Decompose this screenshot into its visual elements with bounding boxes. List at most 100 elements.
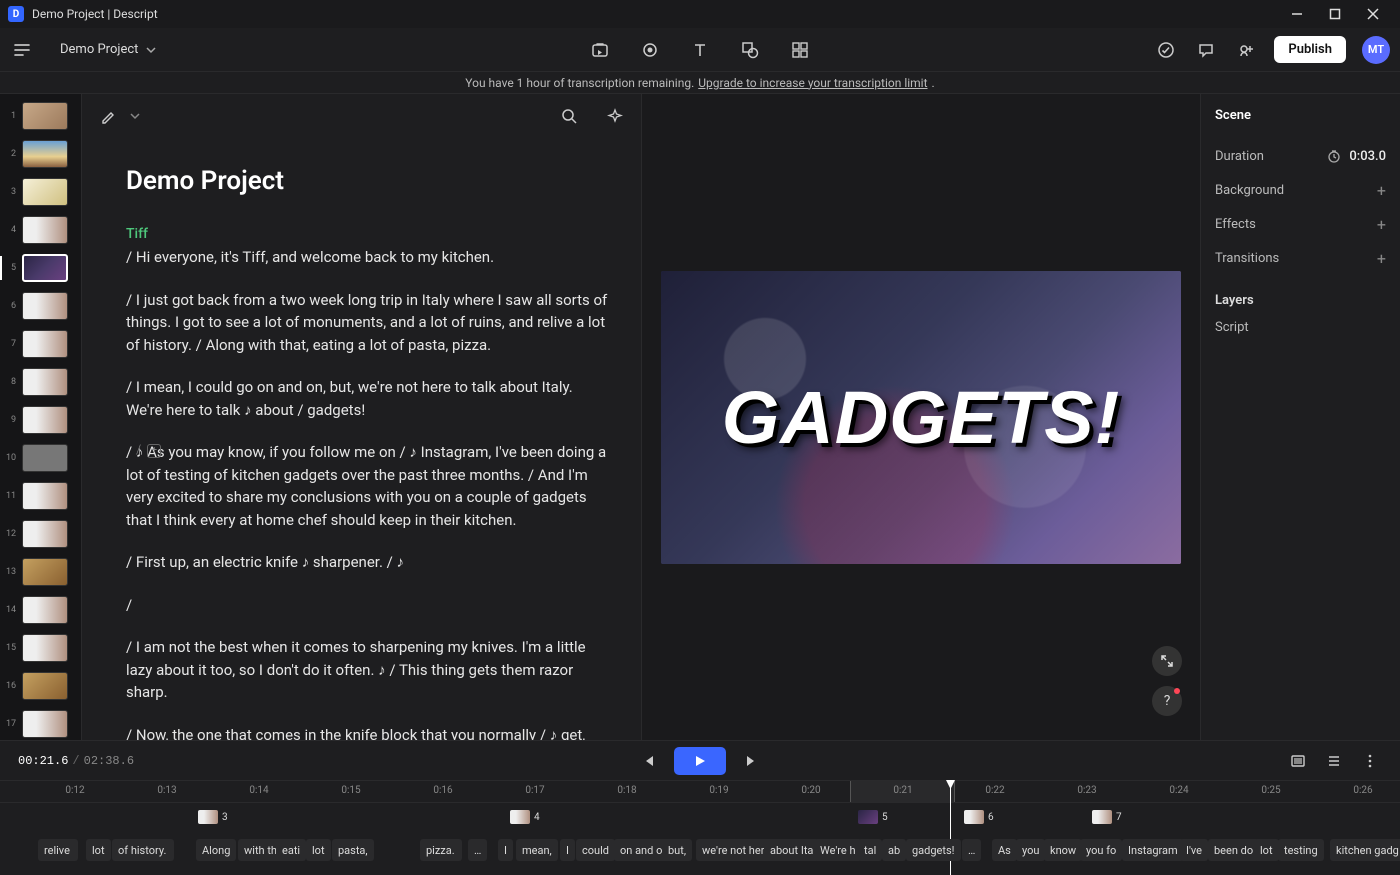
word-clip[interactable]: on and o <box>614 839 668 861</box>
media-tool-icon[interactable] <box>588 38 612 62</box>
word-clip[interactable]: know <box>1044 839 1082 861</box>
view-mode-b-icon[interactable] <box>1322 749 1346 773</box>
word-clip[interactable]: … <box>962 839 981 861</box>
word-clip[interactable]: mean, <box>516 839 558 861</box>
word-clip[interactable]: I <box>498 839 513 861</box>
clip-marker[interactable]: 7 <box>1092 807 1122 827</box>
word-clip[interactable]: We're h <box>814 839 862 861</box>
transcript-paragraph[interactable]: / ♪ As you may know, if you follow me on… <box>126 441 611 531</box>
scene-thumbnail[interactable]: 1 <box>0 100 81 132</box>
menu-toggle-icon[interactable] <box>10 38 34 62</box>
shapes-tool-icon[interactable] <box>738 38 762 62</box>
word-clip[interactable]: pizza. <box>420 839 462 861</box>
transcript-paragraph[interactable]: / <box>126 594 611 617</box>
word-clip[interactable]: could <box>576 839 615 861</box>
chevron-down-icon[interactable] <box>130 111 140 121</box>
scene-thumbnail[interactable]: 9 <box>0 404 81 436</box>
word-clip[interactable]: … <box>468 839 487 861</box>
timeline[interactable]: 0:120:130:140:150:160:170:180:190:200:21… <box>0 780 1400 875</box>
speaker-label[interactable]: Tiff <box>126 226 611 242</box>
scene-break-icon[interactable]: / <box>136 443 141 458</box>
publish-button[interactable]: Publish <box>1274 36 1346 63</box>
word-clip[interactable]: you <box>1016 839 1045 861</box>
transcript-paragraph[interactable]: / First up, an electric knife ♪ sharpene… <box>126 551 611 574</box>
word-clip[interactable]: Instagram <box>1122 839 1184 861</box>
more-options-icon[interactable] <box>1358 749 1382 773</box>
search-icon[interactable] <box>557 104 581 128</box>
word-clip[interactable]: ab <box>882 839 906 861</box>
scene-thumbnail[interactable]: 3 <box>0 176 81 208</box>
word-clip[interactable]: lot <box>1254 839 1279 861</box>
clip-marker[interactable]: 6 <box>964 807 994 827</box>
scene-thumbnail[interactable]: 12 <box>0 518 81 550</box>
templates-tool-icon[interactable] <box>788 38 812 62</box>
word-clip[interactable]: As <box>992 839 1017 861</box>
banner-upgrade-link[interactable]: Upgrade to increase your transcription l… <box>698 76 927 90</box>
word-clip[interactable]: been do <box>1208 839 1259 861</box>
minimize-button[interactable] <box>1278 0 1316 28</box>
word-clip[interactable]: gadgets! <box>906 839 961 861</box>
duration-row[interactable]: Duration 0:03.0 <box>1215 139 1386 173</box>
layers-section[interactable]: Layers <box>1215 293 1386 308</box>
word-clip[interactable]: eati <box>276 839 306 861</box>
word-clip[interactable]: about Ita <box>764 839 819 861</box>
word-clip[interactable]: pasta, <box>332 839 374 861</box>
word-clip[interactable]: Along <box>196 839 236 861</box>
scene-thumbnail[interactable]: 6 <box>0 290 81 322</box>
transitions-row[interactable]: Transitions+ <box>1215 241 1386 275</box>
clip-marker[interactable]: 5 <box>858 807 888 827</box>
scene-thumbnail[interactable]: 4 <box>0 214 81 246</box>
word-clip[interactable]: testing <box>1278 839 1324 861</box>
text-tool-icon[interactable] <box>688 38 712 62</box>
maximize-button[interactable] <box>1316 0 1354 28</box>
help-icon[interactable]: ? <box>1152 686 1182 716</box>
transcript-paragraph[interactable]: / Now, the one that comes in the knife b… <box>126 724 611 741</box>
clip-track[interactable]: 3 4 5 6 7 <box>0 805 1400 831</box>
scene-thumbnail[interactable]: 14 <box>0 594 81 626</box>
word-clip[interactable]: relive <box>38 839 78 861</box>
expand-icon[interactable] <box>1152 646 1182 676</box>
play-button[interactable] <box>674 747 726 775</box>
script-link[interactable]: Script <box>1215 320 1386 335</box>
ai-sparkle-icon[interactable] <box>603 104 627 128</box>
word-clip[interactable]: kitchen gadg <box>1330 839 1400 861</box>
preview-canvas[interactable]: GADGETS! ? <box>642 94 1200 740</box>
word-clip[interactable]: lot <box>306 839 331 861</box>
document-title[interactable]: Demo Project <box>126 166 611 196</box>
transcript-paragraph[interactable]: / I am not the best when it comes to sha… <box>126 636 611 704</box>
scene-thumbnail[interactable]: 17 <box>0 708 81 740</box>
project-selector[interactable]: Demo Project <box>52 38 164 61</box>
scene-thumbnail[interactable]: 11 <box>0 480 81 512</box>
edit-mode-icon[interactable] <box>96 104 120 128</box>
background-row[interactable]: Background+ <box>1215 173 1386 207</box>
word-track[interactable]: relivelotof history.Alongwith theatilotp… <box>0 833 1400 865</box>
scene-thumbnail[interactable]: 13 <box>0 556 81 588</box>
word-clip[interactable]: tal <box>858 839 882 861</box>
clip-marker[interactable]: 3 <box>198 807 228 827</box>
close-button[interactable] <box>1354 0 1392 28</box>
transcript-paragraph[interactable]: / Hi everyone, it's Tiff, and welcome ba… <box>126 246 611 269</box>
view-mode-a-icon[interactable] <box>1286 749 1310 773</box>
scene-rail[interactable]: 12345678910111213141516171819 <box>0 94 82 740</box>
scene-thumbnail[interactable]: 2 <box>0 138 81 170</box>
word-clip[interactable]: we're not her <box>696 839 770 861</box>
scene-thumbnail[interactable]: 7 <box>0 328 81 360</box>
scene-thumbnail[interactable]: 8 <box>0 366 81 398</box>
word-clip[interactable]: but, <box>662 839 692 861</box>
user-avatar[interactable]: MT <box>1362 36 1390 64</box>
effects-row[interactable]: Effects+ <box>1215 207 1386 241</box>
scene-thumbnail[interactable]: 10 <box>0 442 81 474</box>
transcript-paragraph[interactable]: / I mean, I could go on and on, but, we'… <box>126 376 611 421</box>
word-clip[interactable]: I've <box>1180 839 1208 861</box>
scene-thumbnail[interactable]: 16 <box>0 670 81 702</box>
script-body[interactable]: Demo Project Tiff / Hi everyone, it's Ti… <box>82 138 641 740</box>
add-scene-icon[interactable]: + <box>147 444 161 458</box>
word-clip[interactable]: of history. <box>112 839 174 861</box>
timeline-ruler[interactable]: 0:120:130:140:150:160:170:180:190:200:21… <box>0 781 1400 803</box>
clip-marker[interactable]: 4 <box>510 807 540 827</box>
skip-back-button[interactable] <box>636 749 660 773</box>
record-tool-icon[interactable] <box>638 38 662 62</box>
comment-icon[interactable] <box>1194 38 1218 62</box>
video-frame[interactable]: GADGETS! <box>661 271 1181 564</box>
word-clip[interactable]: you fo <box>1080 839 1122 861</box>
